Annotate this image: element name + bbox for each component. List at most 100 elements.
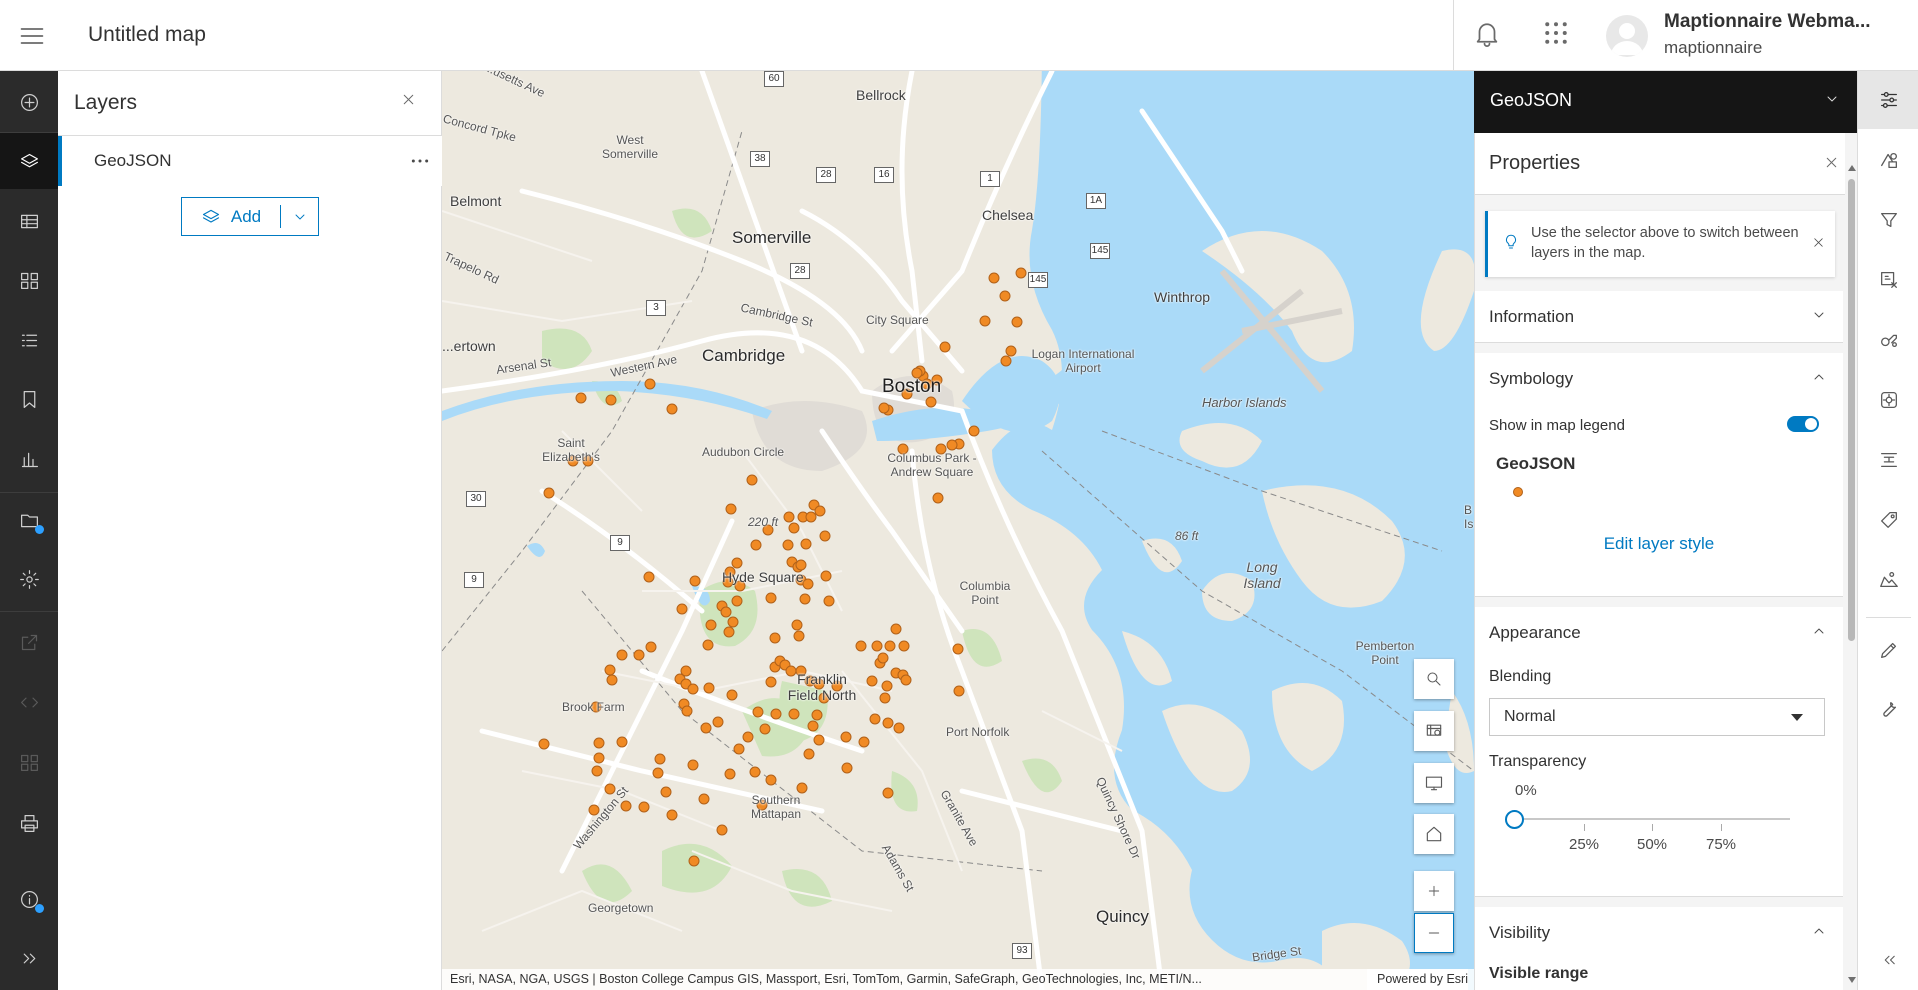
slider-tick-label: 50% bbox=[1636, 836, 1668, 853]
zoom-in-button[interactable] bbox=[1414, 871, 1454, 911]
labels-tool-button[interactable] bbox=[1858, 431, 1918, 489]
collapse-section-chevron[interactable] bbox=[1811, 369, 1827, 385]
collapse-section-chevron[interactable] bbox=[1811, 623, 1827, 639]
basemap-toggle-button[interactable] bbox=[1414, 711, 1454, 751]
user-org: maptionnaire bbox=[1664, 38, 1763, 57]
layers-panel: Layers GeoJSON Add bbox=[58, 71, 442, 990]
filter-tool-button[interactable] bbox=[1858, 191, 1918, 249]
sketch-tool-button[interactable] bbox=[1858, 621, 1918, 679]
scroll-up-arrow[interactable] bbox=[1848, 165, 1856, 171]
popups-tool-button[interactable] bbox=[1858, 311, 1918, 369]
close-icon bbox=[1826, 157, 1837, 168]
zoom-out-button[interactable] bbox=[1414, 913, 1454, 953]
map-label: Harbor Islands bbox=[1202, 395, 1287, 410]
apps-grid-icon bbox=[1545, 22, 1567, 44]
highway-shield: 60 bbox=[764, 71, 784, 87]
lightbulb-icon bbox=[1502, 233, 1520, 251]
tables-nav-button[interactable] bbox=[0, 193, 58, 249]
collapse-toolbar-button[interactable] bbox=[1858, 931, 1918, 989]
user-name[interactable]: Maptionnaire Webma... bbox=[1664, 11, 1871, 33]
add-layer-button[interactable]: Add bbox=[182, 198, 280, 235]
slider-tick bbox=[1652, 824, 1653, 831]
map-label: Logan International Airport bbox=[1031, 347, 1135, 375]
fields-tool-button[interactable] bbox=[1858, 491, 1918, 549]
layers-icon bbox=[20, 153, 38, 167]
home-button[interactable] bbox=[1414, 814, 1454, 854]
properties-scrollbar[interactable] bbox=[1845, 133, 1857, 990]
close-properties-button[interactable] bbox=[1823, 154, 1840, 171]
share-nav-button[interactable] bbox=[0, 614, 58, 670]
charts-nav-button[interactable] bbox=[0, 431, 58, 487]
map-label: Chelsea bbox=[982, 207, 1034, 223]
map-tools-button[interactable] bbox=[1858, 551, 1918, 609]
chevron-down-icon bbox=[1814, 312, 1824, 318]
basemap-canvas bbox=[442, 71, 1474, 990]
styles-tool-button[interactable] bbox=[1858, 131, 1918, 189]
blending-value: Normal bbox=[1504, 708, 1556, 725]
legend-nav-button[interactable] bbox=[0, 312, 58, 368]
layers-nav-button[interactable] bbox=[0, 133, 58, 189]
highway-shield: 16 bbox=[874, 167, 894, 183]
app-header: Untitled map Maptionnaire Webma... mapti… bbox=[0, 0, 1918, 71]
measure-tool-button[interactable] bbox=[1858, 681, 1918, 739]
fullscreen-button[interactable] bbox=[1414, 763, 1454, 803]
plus-icon bbox=[1428, 885, 1440, 897]
add-layer-dropdown[interactable] bbox=[281, 198, 318, 235]
slider-tick-label: 75% bbox=[1705, 836, 1737, 853]
scroll-down-arrow[interactable] bbox=[1848, 977, 1856, 983]
map-label: Southern Mattapan bbox=[750, 793, 802, 821]
chevrons-left-icon bbox=[1884, 955, 1895, 965]
chevron-down-icon bbox=[1827, 96, 1837, 102]
panel-title: Properties bbox=[1489, 152, 1581, 174]
effects-tool-button[interactable] bbox=[1858, 251, 1918, 309]
bookmarks-nav-button[interactable] bbox=[0, 371, 58, 427]
notifications-button[interactable] bbox=[1472, 18, 1502, 48]
expand-section-chevron[interactable] bbox=[1811, 307, 1827, 323]
blending-select[interactable]: Normal bbox=[1489, 698, 1825, 736]
edit-layer-style-link[interactable]: Edit layer style bbox=[1475, 534, 1843, 554]
layer-options-button[interactable] bbox=[410, 151, 430, 171]
powered-by-link[interactable]: Powered by Esri bbox=[1366, 969, 1468, 990]
transparency-slider-track[interactable] bbox=[1515, 818, 1790, 820]
print-nav-button[interactable] bbox=[0, 795, 58, 851]
clusters-tool-button[interactable] bbox=[1858, 371, 1918, 429]
layer-selector[interactable]: GeoJSON bbox=[1474, 71, 1857, 133]
map-title[interactable]: Untitled map bbox=[88, 23, 206, 47]
close-layers-button[interactable] bbox=[400, 91, 417, 108]
chevron-up-icon bbox=[1814, 374, 1824, 380]
sliders-icon bbox=[1880, 92, 1897, 108]
show-in-legend-toggle[interactable] bbox=[1787, 416, 1819, 432]
hamburger-menu-button[interactable] bbox=[12, 16, 52, 56]
avatar[interactable] bbox=[1606, 15, 1648, 57]
properties-title-bar: Properties bbox=[1475, 133, 1857, 195]
sketch-nav-button[interactable] bbox=[0, 492, 58, 548]
properties-tool-button[interactable] bbox=[1858, 71, 1918, 129]
collapse-section-chevron[interactable] bbox=[1811, 923, 1827, 939]
scrollbar-thumb[interactable] bbox=[1848, 179, 1855, 641]
expand-nav-button[interactable] bbox=[0, 930, 58, 986]
map-label: Hyde Square bbox=[722, 569, 804, 585]
bar-chart-icon bbox=[21, 452, 38, 467]
info-nav-button[interactable] bbox=[0, 871, 58, 927]
information-section[interactable]: Information bbox=[1475, 291, 1843, 343]
transparency-slider-thumb[interactable] bbox=[1505, 810, 1524, 829]
map-label: Belmont bbox=[450, 193, 502, 209]
user-icon bbox=[1611, 23, 1643, 55]
search-icon bbox=[1427, 672, 1441, 686]
map-view[interactable]: ...usetts Ave Bellrock West Somerville C… bbox=[442, 71, 1474, 990]
layer-list-item[interactable]: GeoJSON bbox=[58, 136, 442, 186]
symbology-section: Symbology Show in map legend GeoJSON Edi… bbox=[1475, 353, 1843, 597]
map-search-button[interactable] bbox=[1414, 659, 1454, 699]
layer-selector-chevron bbox=[1824, 91, 1840, 107]
map-label: West Somerville bbox=[601, 133, 658, 161]
highway-shield: 28 bbox=[790, 263, 810, 279]
apps-nav-button[interactable] bbox=[0, 734, 58, 790]
app-launcher-button[interactable] bbox=[1541, 18, 1571, 48]
basemap-nav-button[interactable] bbox=[0, 252, 58, 308]
dismiss-notice-button[interactable] bbox=[1811, 235, 1826, 250]
settings-nav-button[interactable] bbox=[0, 551, 58, 607]
printer-icon bbox=[20, 814, 38, 832]
add-layer-nav-button[interactable] bbox=[0, 74, 58, 130]
embed-nav-button[interactable] bbox=[0, 674, 58, 730]
minus-icon bbox=[1428, 932, 1440, 934]
